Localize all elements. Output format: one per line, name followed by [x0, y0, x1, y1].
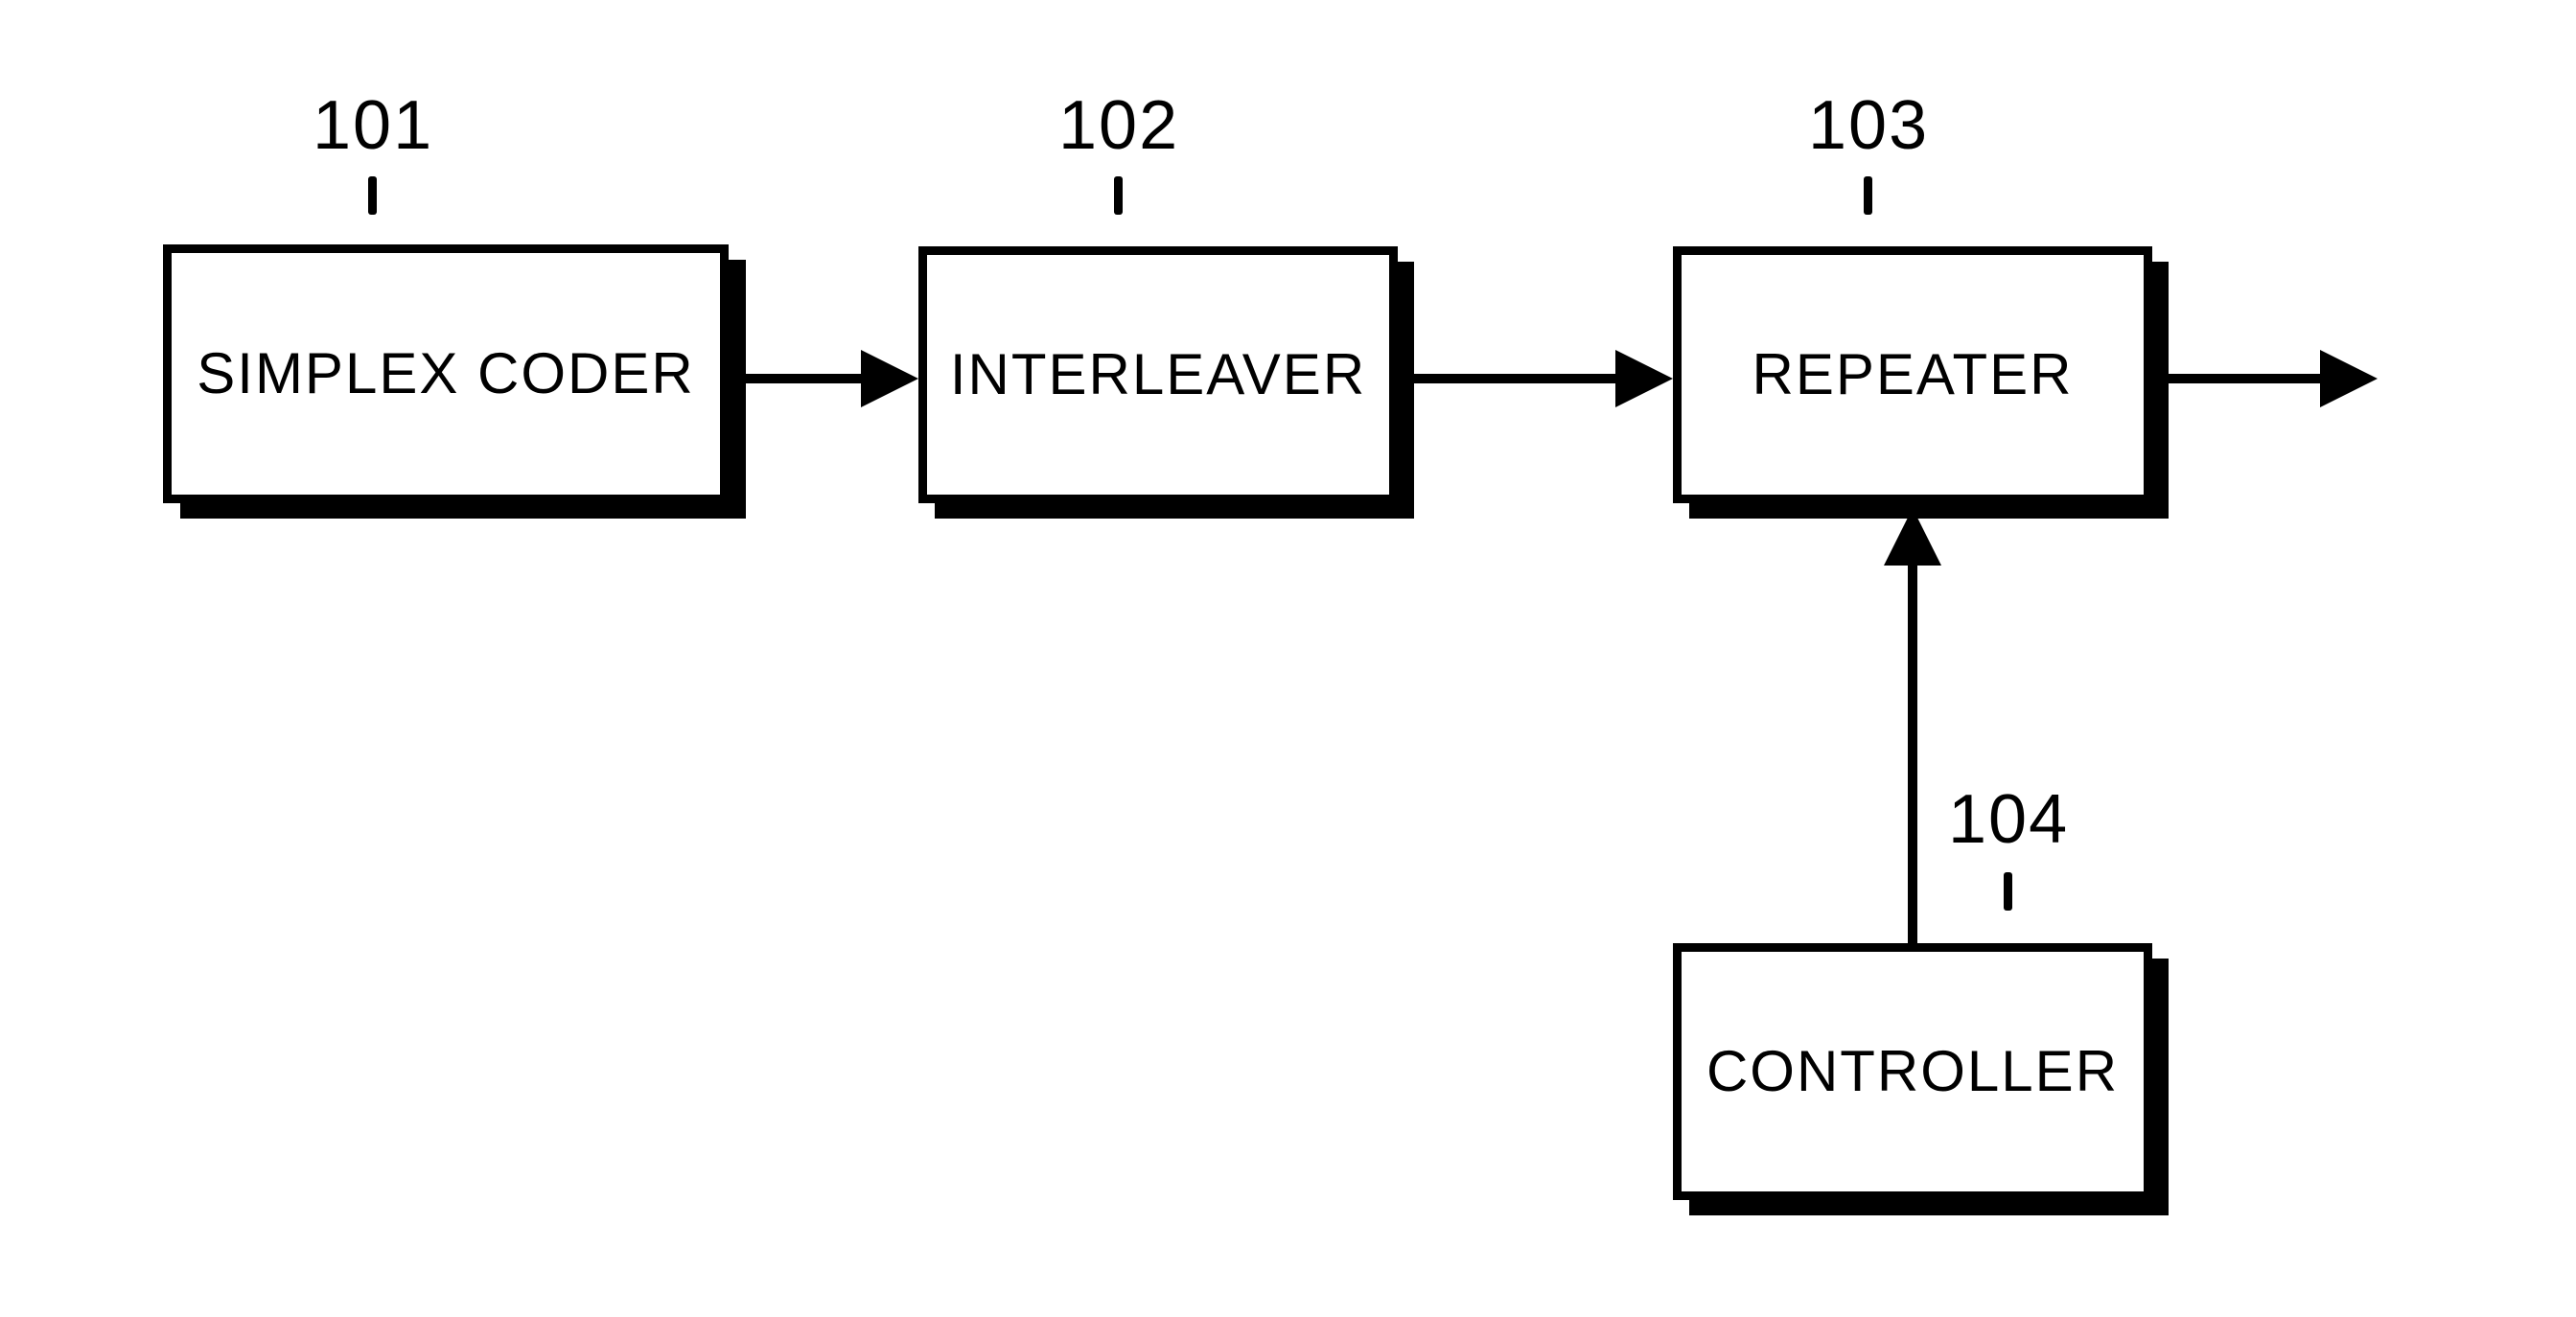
controller-label: CONTROLLER	[1706, 1043, 2119, 1100]
interleaver-label: INTERLEAVER	[950, 346, 1366, 404]
interleaver-block: INTERLEAVER	[918, 246, 1398, 503]
repeater-block: REPEATER	[1673, 246, 2152, 503]
simplex-coder-label: SIMPLEX CODER	[197, 345, 694, 403]
diagram-canvas: SIMPLEX CODER 101 INTERLEAVER 102 REPEAT…	[0, 0, 2576, 1317]
ref-101-tick	[368, 176, 377, 215]
controller-block: CONTROLLER	[1673, 943, 2152, 1200]
repeater-label: REPEATER	[1752, 346, 2074, 404]
ref-103: 103	[1808, 86, 1929, 165]
simplex-coder-block: SIMPLEX CODER	[163, 244, 729, 503]
connectors	[0, 0, 2576, 1317]
ref-104-tick	[2004, 872, 2012, 911]
ref-104: 104	[1948, 780, 2069, 859]
ref-102-tick	[1114, 176, 1123, 215]
ref-102: 102	[1058, 86, 1179, 165]
ref-101: 101	[313, 86, 433, 165]
ref-103-tick	[1864, 176, 1872, 215]
